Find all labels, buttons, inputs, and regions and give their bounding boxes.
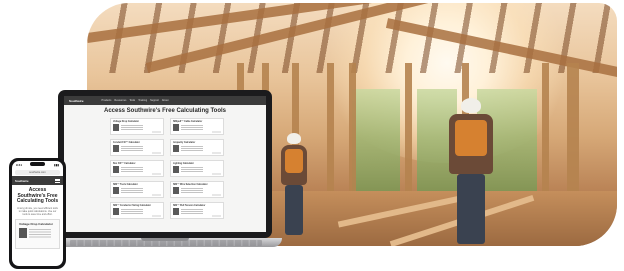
nav-item[interactable]: Resources: [114, 99, 126, 102]
nav-item[interactable]: Tools: [129, 99, 135, 102]
calculator-icon: [19, 227, 27, 238]
nav-item[interactable]: Training: [138, 99, 147, 102]
card-button[interactable]: [212, 172, 221, 175]
card-title: Ampacity Calculator: [173, 141, 196, 144]
phone-site-navbar: Southwire: [12, 176, 63, 185]
card-title: SIM™ Wire Selection Calculator: [173, 183, 208, 186]
page-description: At any job site, you need efficient tool…: [17, 206, 58, 216]
laptop: Southwire Products Resources Tools Train…: [58, 90, 272, 238]
card-button[interactable]: [152, 193, 161, 196]
card-text-lines: [121, 187, 143, 189]
calculator-card-grid: Voltage Drop Calculator SIMpull™ Cable C…: [110, 118, 224, 219]
card-button[interactable]: [152, 130, 161, 133]
phone: 9:41 ▮▮▮ southwire.com Southwire Access …: [9, 158, 66, 269]
card-button[interactable]: [152, 214, 161, 217]
site-logo[interactable]: Southwire: [69, 99, 84, 103]
card-title: Voltage Drop Calculator: [19, 221, 53, 226]
signal-icon: ▮▮▮: [54, 163, 59, 167]
calculator-icon: [173, 187, 179, 194]
calculator-card[interactable]: SIM™ Pull Tension Calculator: [170, 202, 224, 219]
status-time: 9:41: [16, 163, 23, 167]
calculator-icon: [113, 145, 119, 152]
card-text-lines: [29, 228, 51, 230]
nav-menu: Products Resources Tools Training Suppor…: [102, 99, 169, 102]
phone-notch: [30, 162, 45, 166]
calculator-icon: [113, 166, 119, 173]
calculator-card[interactable]: Voltage Drop Calculator: [15, 218, 60, 249]
card-title: SIM™ Conductor Sizing Calculator: [113, 204, 151, 207]
hamburger-menu-icon[interactable]: [55, 178, 60, 183]
card-title: SIM™ Pull Tension Calculator: [173, 204, 206, 207]
card-text-lines: [181, 187, 203, 189]
card-button[interactable]: [212, 214, 221, 217]
card-title: SIM™ Tools Calculator: [113, 183, 138, 186]
card-text-lines: [181, 124, 203, 126]
card-button[interactable]: [212, 130, 221, 133]
card-button[interactable]: [212, 151, 221, 154]
calculator-card[interactable]: Conduit Fill™ Calculator: [110, 139, 164, 156]
calculator-icon: [173, 124, 179, 131]
calculator-card[interactable]: Ampacity Calculator: [170, 139, 224, 156]
laptop-screen: Southwire Products Resources Tools Train…: [64, 96, 266, 232]
calculator-card[interactable]: Box Fill™ Calculator: [110, 160, 164, 177]
address-bar[interactable]: southwire.com: [15, 170, 60, 175]
page-title: Access Southwire's Free Calculating Tool…: [103, 108, 226, 114]
card-text-lines: [181, 166, 203, 168]
calculator-card[interactable]: SIMpull™ Cable Calculator: [170, 118, 224, 135]
page-title: Access Southwire's Free Calculating Tool…: [16, 187, 59, 205]
card-button[interactable]: [152, 172, 161, 175]
card-title: Lighting Calculator: [173, 162, 194, 165]
calculator-icon: [113, 124, 119, 131]
card-title: Voltage Drop Calculator: [113, 120, 139, 123]
nav-item[interactable]: About: [162, 99, 169, 102]
nav-item[interactable]: Support: [150, 99, 159, 102]
laptop-hinge-notch: [141, 238, 189, 241]
calculator-card[interactable]: SIM™ Conductor Sizing Calculator: [110, 202, 164, 219]
card-title: SIMpull™ Cable Calculator: [173, 120, 203, 123]
card-text-lines: [121, 166, 143, 168]
site-logo[interactable]: Southwire: [15, 179, 29, 183]
card-text-lines: [181, 208, 203, 210]
calculator-card[interactable]: SIM™ Tools Calculator: [110, 181, 164, 198]
laptop-site-navbar: Southwire Products Resources Tools Train…: [64, 96, 266, 105]
calculator-icon: [113, 187, 119, 194]
calculator-icon: [173, 208, 179, 215]
card-title: Conduit Fill™ Calculator: [113, 141, 140, 144]
card-title: Box Fill™ Calculator: [113, 162, 136, 165]
card-text-lines: [121, 208, 143, 210]
calculator-icon: [173, 166, 179, 173]
calculator-card[interactable]: Voltage Drop Calculator: [110, 118, 164, 135]
nav-item[interactable]: Products: [102, 99, 112, 102]
calculator-icon: [113, 208, 119, 215]
calculator-card[interactable]: Lighting Calculator: [170, 160, 224, 177]
card-text-lines: [181, 145, 203, 147]
card-button[interactable]: [212, 193, 221, 196]
phone-screen: 9:41 ▮▮▮ southwire.com Southwire Access …: [12, 161, 63, 266]
card-button[interactable]: [152, 151, 161, 154]
calculator-card[interactable]: SIM™ Wire Selection Calculator: [170, 181, 224, 198]
calculator-icon: [173, 145, 179, 152]
card-text-lines: [121, 124, 143, 126]
card-text-lines: [121, 145, 143, 147]
